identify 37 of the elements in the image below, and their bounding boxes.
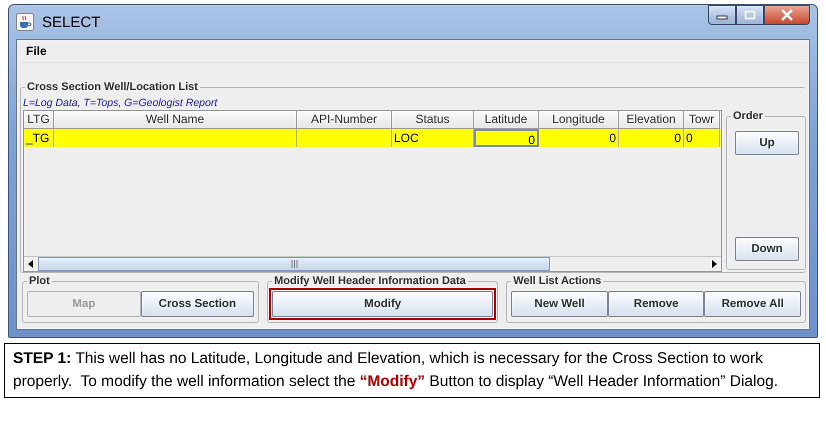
grip-icon <box>290 260 298 268</box>
column-header[interactable]: LTG <box>24 111 54 129</box>
column-header[interactable]: API-Number <box>297 111 392 129</box>
group-title: Modify Well Header Information Data <box>272 274 468 288</box>
button[interactable]: Remove <box>608 291 704 317</box>
horizontal-scrollbar[interactable] <box>24 256 721 271</box>
column-header[interactable]: Latitude <box>474 111 539 129</box>
close-icon <box>780 9 794 21</box>
maximize-button[interactable] <box>736 5 764 25</box>
coffee-cup-icon <box>16 13 34 31</box>
table-cell: 0 <box>684 129 720 147</box>
left-arrow-icon <box>28 260 34 268</box>
column-header[interactable]: Towr <box>684 111 720 129</box>
close-button[interactable] <box>764 5 810 25</box>
caption-text: STEP 1: This well has no Latitude, Longitude and Elevation, which is necessary for the Cross Section to work properly. To modify the well information select the “Modify” Button to display “Well Header Information” Dialog. <box>4 343 820 398</box>
button[interactable]: Remove All <box>704 291 802 317</box>
column-header[interactable]: Elevation <box>619 111 684 129</box>
table-cell: 0 <box>619 129 684 147</box>
button[interactable]: Cross Section <box>140 291 254 317</box>
button[interactable]: Up <box>735 131 799 155</box>
right-arrow-icon <box>711 260 717 268</box>
table-cell: LOC <box>392 129 474 147</box>
table-cell: _TG <box>24 129 54 147</box>
column-header[interactable]: Longitude <box>539 111 619 129</box>
column-header[interactable]: Well Name <box>54 111 297 129</box>
button[interactable]: New Well <box>511 291 608 317</box>
table-cell: 0 <box>474 129 539 147</box>
maximize-icon <box>744 10 756 20</box>
button[interactable]: Modify <box>272 291 494 317</box>
scrollbar-thumb[interactable] <box>38 257 550 271</box>
minimize-button[interactable] <box>708 5 736 25</box>
menu-item[interactable]: File <box>20 44 53 58</box>
table-cell: 0 <box>539 129 619 147</box>
window-title: SELECT <box>42 14 100 30</box>
legend-text: L=Log Data, T=Tops, G=Geologist Report <box>23 96 219 110</box>
column-header[interactable]: Status <box>392 111 474 129</box>
button[interactable]: Down <box>735 237 799 261</box>
